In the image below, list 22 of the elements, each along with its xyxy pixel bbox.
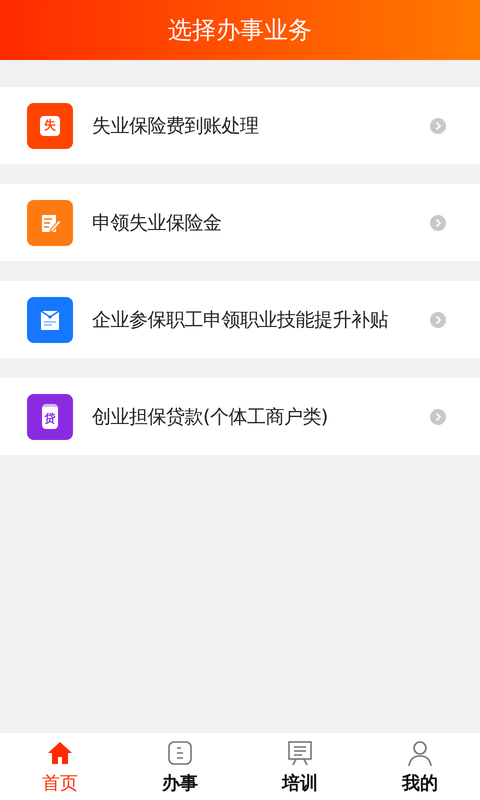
nav-tab[interactable]: 办事 (120, 733, 240, 800)
service-label: 申领失业保险金 (92, 210, 222, 236)
stamp-icon: 失 (27, 102, 73, 148)
presentation-board-icon (286, 738, 314, 766)
chevron-icon (430, 408, 446, 424)
service-label: 企业参保职工申领职业技能提升补贴 (92, 308, 389, 332)
service-item[interactable]: 失 失业保险费到账处理 (0, 87, 480, 164)
clipboard-icon: 贷 (27, 394, 73, 440)
service-item[interactable]: 申领失业保险金 (0, 184, 480, 261)
chevron-icon (430, 214, 446, 230)
service-label: 失业保险费到账处理 (92, 114, 260, 138)
nav-tab[interactable]: 首页 (0, 733, 120, 800)
person-icon (406, 738, 434, 766)
service-item[interactable]: 企业参保职工申领职业技能提升补贴 (0, 281, 480, 358)
service-item[interactable]: 贷 创业担保贷款(个体工商户类) (0, 378, 480, 455)
chevron-icon (430, 312, 446, 328)
chevron-icon (430, 118, 446, 134)
document-icon (166, 738, 194, 766)
service-label: 创业担保贷款(个体工商户类) (92, 404, 329, 430)
page-title: 选择办事业务 (168, 15, 312, 46)
nav-tab[interactable]: 培训 (240, 733, 360, 800)
nav-tab[interactable]: 我的 (360, 733, 480, 800)
